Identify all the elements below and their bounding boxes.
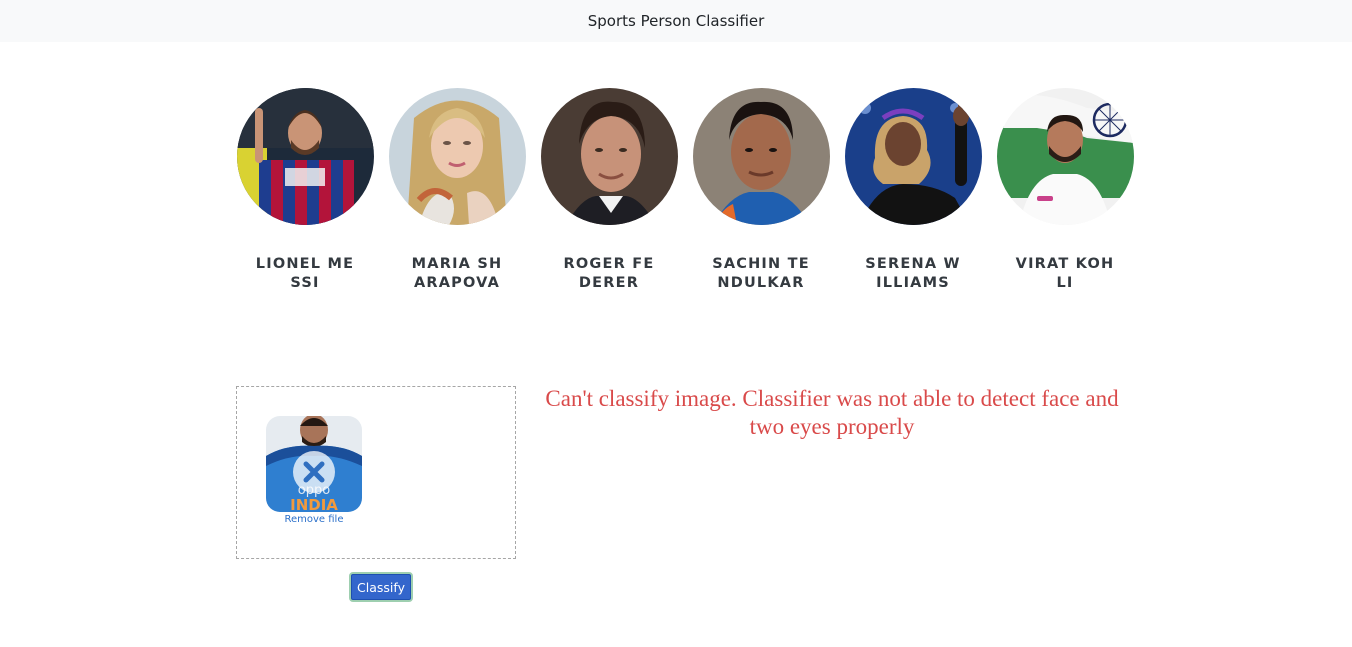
player-card-federer: ROGER FEDERER xyxy=(533,88,685,293)
sachin-tendulkar-photo xyxy=(692,88,830,225)
remove-x-icon[interactable] xyxy=(293,451,335,493)
error-message: Can't classify image. Classifier was not… xyxy=(545,386,1119,439)
player-card-serena: SERENA WILLIAMS xyxy=(837,88,989,293)
virat-kohli-photo xyxy=(996,88,1134,225)
remove-file-link[interactable]: Remove file xyxy=(266,514,362,525)
player-card-messi: LIONEL MESSI xyxy=(229,88,381,293)
file-dropzone[interactable]: INDIA oppo Remove file xyxy=(236,386,516,559)
maria-sharapova-photo xyxy=(388,88,526,225)
navbar: Sports Person Classifier xyxy=(0,0,1352,42)
uploaded-image-thumbnail: INDIA oppo xyxy=(266,416,362,512)
player-name: ROGER FEDERER xyxy=(563,256,655,291)
player-card-sharapova: MARIA SHARAPOVA xyxy=(381,88,533,293)
lionel-messi-photo xyxy=(236,88,374,225)
player-name: VIRAT KOHLI xyxy=(1015,256,1115,291)
serena-williams-photo xyxy=(844,88,982,225)
roger-federer-photo xyxy=(540,88,678,225)
players-row: LIONEL MESSI MARIA SHARAPOVA ROGER FEDER… xyxy=(229,88,1141,293)
player-name: SERENA WILLIAMS xyxy=(865,256,961,291)
app-title: Sports Person Classifier xyxy=(587,12,765,30)
player-card-tendulkar: SACHIN TENDULKAR xyxy=(685,88,837,293)
classify-button[interactable]: Classify xyxy=(349,572,413,602)
player-name: SACHIN TENDULKAR xyxy=(712,256,810,291)
svg-text:INDIA: INDIA xyxy=(290,496,338,512)
player-name: MARIA SHARAPOVA xyxy=(411,256,503,291)
player-card-kohli: VIRAT KOHLI xyxy=(989,88,1141,293)
player-name: LIONEL MESSI xyxy=(255,256,355,291)
